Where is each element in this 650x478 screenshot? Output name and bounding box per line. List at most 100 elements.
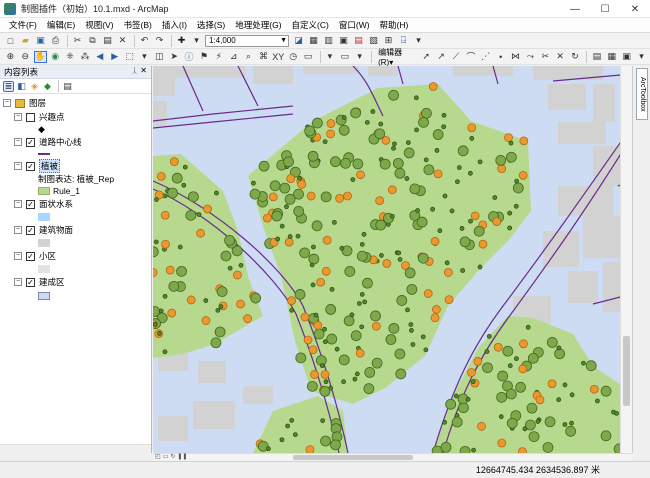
pause-drawing-icon[interactable]: ❚❚ (177, 453, 187, 461)
split-icon[interactable]: ✕ (554, 51, 567, 63)
endpoint-arc-icon[interactable]: ⌒ (464, 51, 477, 63)
back-extent-icon[interactable]: ◀ (93, 51, 106, 63)
menu-file[interactable]: 文件(F) (4, 18, 42, 33)
menu-geoprocessing[interactable]: 地理处理(G) (230, 18, 286, 33)
clear-selection-icon[interactable]: ◫ (153, 51, 166, 63)
fixed-zoom-in-icon[interactable]: ⁜ (64, 51, 77, 63)
trace-icon[interactable]: ⋰ (479, 51, 492, 63)
dropdown-arrow-icon[interactable]: ▾ (323, 51, 336, 63)
cut-polygon-icon[interactable]: ✂ (539, 51, 552, 63)
menu-windows[interactable]: 窗口(W) (334, 18, 375, 33)
full-extent-icon[interactable]: ◉ (49, 51, 62, 63)
menu-view[interactable]: 视图(V) (80, 18, 118, 33)
undo-icon[interactable]: ↶ (138, 35, 151, 47)
layer-visibility-checkbox[interactable] (26, 112, 35, 122)
tree-root-layers[interactable]: − 图层 (3, 97, 46, 109)
print-icon[interactable]: ⎙ (49, 35, 62, 47)
select-elements-icon[interactable]: ➤ (168, 51, 181, 63)
menu-bookmarks[interactable]: 书签(B) (119, 18, 157, 33)
map-scale-combobox[interactable]: 1:4,000 ▼ (205, 34, 289, 47)
map-view[interactable] (153, 66, 632, 453)
menu-insert[interactable]: 插入(I) (157, 18, 192, 33)
layer-visibility-checkbox[interactable]: ✓ (26, 199, 35, 209)
layer-visibility-checkbox[interactable]: ✓ (26, 251, 35, 261)
collapse-icon[interactable]: − (14, 162, 22, 170)
fixed-zoom-out-icon[interactable]: ⁂ (79, 51, 92, 63)
list-by-selection-icon[interactable]: ◆ (42, 81, 53, 92)
edit-vertices-icon[interactable]: ⋈ (509, 51, 522, 63)
drawing-icon[interactable]: ▭ (338, 51, 351, 63)
pin-icon[interactable]: ᛸ (132, 66, 137, 75)
close-icon[interactable]: ✕ (140, 66, 147, 75)
layer-row-water[interactable]: − ✓ 面状水系 (14, 198, 73, 210)
arctoolbox-tab[interactable]: ArcToolbox (636, 68, 648, 120)
layout-view-icon[interactable]: ▭ (163, 453, 169, 461)
map-canvas[interactable] (153, 66, 632, 453)
collapse-icon[interactable]: − (14, 138, 22, 146)
map-horizontal-scrollbar[interactable] (153, 453, 632, 461)
menu-help[interactable]: 帮助(H) (375, 18, 414, 33)
copy-icon[interactable]: ⧉ (86, 35, 99, 47)
collapse-icon[interactable]: − (14, 226, 22, 234)
dropdown-arrow-icon[interactable]: ▾ (353, 51, 366, 63)
maximize-button[interactable]: ☐ (590, 0, 620, 18)
attributes-icon[interactable]: ▤ (590, 51, 603, 63)
chevron-down-icon[interactable]: ▼ (280, 36, 287, 46)
dropdown-arrow-icon[interactable]: ▾ (138, 51, 151, 63)
measure-icon[interactable]: ⊿ (227, 51, 240, 63)
reshape-icon[interactable]: ⤳ (524, 51, 537, 63)
list-by-drawing-order-icon[interactable]: ≣ (3, 80, 14, 92)
refresh-icon[interactable]: ↻ (170, 453, 175, 461)
list-by-visibility-icon[interactable]: ◈ (29, 81, 40, 92)
collapse-icon[interactable]: − (14, 278, 22, 286)
html-popup-icon[interactable]: ⚑ (198, 51, 211, 63)
arctoolbox-icon[interactable]: ▤ (352, 35, 365, 47)
delete-icon[interactable]: ✕ (116, 35, 129, 47)
list-by-source-icon[interactable]: ◧ (16, 81, 27, 92)
forward-extent-icon[interactable]: ▶ (108, 51, 121, 63)
add-data-icon[interactable]: ✚ (175, 35, 188, 47)
menu-edit[interactable]: 编辑(E) (42, 18, 80, 33)
zoom-out-icon[interactable]: ⊖ (19, 51, 32, 63)
identify-icon[interactable]: ⓘ (183, 51, 196, 63)
minimize-button[interactable]: — (560, 0, 590, 18)
collapse-icon[interactable]: − (3, 99, 11, 107)
close-button[interactable]: ✕ (620, 0, 650, 18)
collapse-icon[interactable]: − (14, 252, 22, 260)
select-features-icon[interactable]: ⬚ (123, 51, 136, 63)
toc-horizontal-scrollbar[interactable] (0, 444, 151, 453)
layer-row-buildings[interactable]: − ✓ 建筑物面 (14, 224, 73, 236)
rotate-icon[interactable]: ↻ (569, 51, 582, 63)
sketch-properties-icon[interactable]: ▦ (605, 51, 618, 63)
menu-customize[interactable]: 自定义(C) (287, 18, 334, 33)
new-document-icon[interactable]: □ (4, 35, 17, 47)
paste-icon[interactable]: ▤ (101, 35, 114, 47)
point-icon[interactable]: • (494, 51, 507, 63)
catalog-icon[interactable]: ▥ (322, 35, 335, 47)
layer-row-poi[interactable]: − 兴趣点 (14, 111, 65, 123)
editor-toolbar-icon[interactable]: ◪ (292, 35, 305, 47)
collapse-icon[interactable]: − (14, 200, 22, 208)
layer-row-vegetation[interactable]: − ✓ 植被 (14, 159, 61, 173)
layer-visibility-checkbox[interactable]: ✓ (26, 225, 35, 235)
search-window-icon[interactable]: ▣ (337, 35, 350, 47)
hyperlink-icon[interactable]: ⚡ (212, 51, 225, 63)
dropdown-arrow-icon[interactable]: ▾ (635, 51, 648, 63)
help-icon[interactable]: ⍈ (397, 35, 410, 47)
table-of-contents-icon[interactable]: ▦ (307, 35, 320, 47)
time-slider-icon[interactable]: ◷ (287, 51, 300, 63)
dropdown-arrow-icon[interactable]: ▾ (190, 35, 203, 47)
edit-annotation-icon[interactable]: ↗ (435, 51, 448, 63)
create-viewer-icon[interactable]: ▭ (302, 51, 315, 63)
map-vertical-scrollbar[interactable] (620, 66, 632, 453)
edit-tool-icon[interactable]: ➚ (420, 51, 433, 63)
model-builder-icon[interactable]: ⊞ (382, 35, 395, 47)
data-view-icon[interactable]: ◰ (155, 453, 161, 461)
options-icon[interactable]: ▤ (62, 81, 73, 92)
cut-icon[interactable]: ✂ (71, 35, 84, 47)
editor-menu[interactable]: 编辑器(R)▾ (375, 47, 420, 67)
redo-icon[interactable]: ↷ (153, 35, 166, 47)
open-folder-icon[interactable]: ▰ (19, 35, 32, 47)
scrollbar-thumb[interactable] (623, 336, 630, 406)
straight-segment-icon[interactable]: ⟋ (450, 51, 463, 63)
